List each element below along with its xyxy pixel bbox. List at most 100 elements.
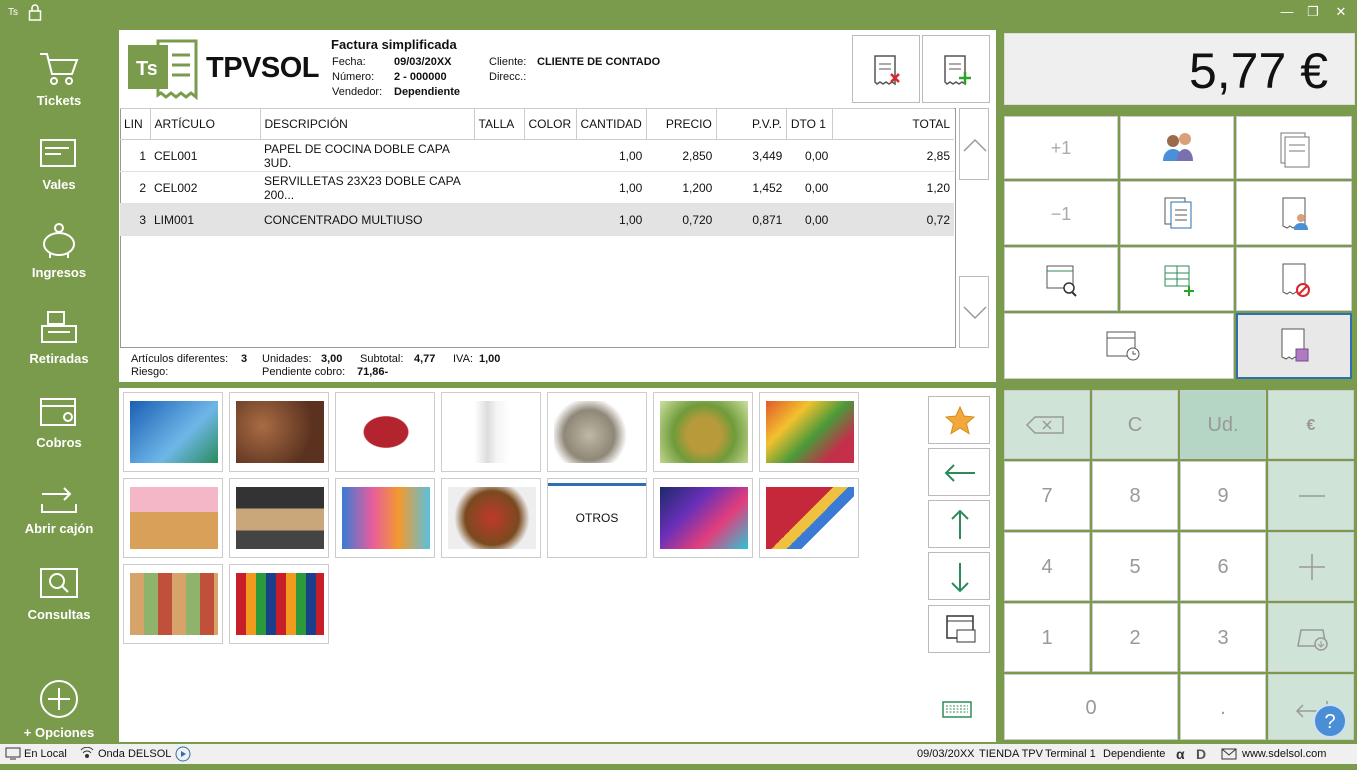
euro-key[interactable]: €	[1268, 390, 1354, 459]
lock-icon[interactable]	[28, 4, 42, 24]
col-header[interactable]: COLOR	[524, 108, 577, 140]
tickets-list-button[interactable]	[1236, 116, 1352, 179]
product-tile-chocolate[interactable]	[229, 392, 329, 472]
close-icon[interactable]: ✕	[1329, 2, 1353, 22]
col-header[interactable]: PRECIO	[646, 108, 717, 140]
product-tile-drinks[interactable]	[229, 564, 329, 644]
decimal-key[interactable]: .	[1180, 674, 1266, 740]
product-tile-fruit[interactable]	[759, 392, 859, 472]
chocolate-image	[236, 401, 324, 463]
cliente-value[interactable]: CLIENTE DE CONTADO	[537, 56, 660, 68]
backspace-key[interactable]	[1004, 390, 1090, 459]
window-view-button[interactable]	[928, 605, 990, 653]
key-9[interactable]: 9	[1180, 461, 1266, 530]
col-header[interactable]: P.V.P.	[716, 108, 787, 140]
arrow-up-icon	[951, 509, 969, 539]
help-button[interactable]: ?	[1313, 704, 1347, 738]
onda-delsol-link[interactable]: Onda DELSOL	[98, 748, 171, 760]
product-tile-canned[interactable]	[547, 392, 647, 472]
product-tile-meat[interactable]	[335, 392, 435, 472]
sidebar-item-vales[interactable]: Vales	[0, 120, 118, 206]
product-tile-cleaning[interactable]	[335, 478, 435, 558]
col-header[interactable]: CANTIDAD	[576, 108, 647, 140]
restore-icon[interactable]: ❐	[1301, 2, 1325, 22]
col-header[interactable]: ARTÍCULO	[150, 108, 261, 140]
product-tile-tvs[interactable]	[653, 478, 753, 558]
product-tile-paper-roll[interactable]	[441, 392, 541, 472]
sidebar-item-abrir-cajon[interactable]: Abrir cajón	[0, 464, 118, 550]
website-link[interactable]: www.sdelsol.com	[1242, 748, 1326, 760]
clear-key[interactable]: C	[1092, 390, 1178, 459]
minus-key[interactable]	[1268, 461, 1354, 530]
key-1[interactable]: 1	[1004, 603, 1090, 672]
down-button[interactable]	[928, 552, 990, 600]
product-tile-coffee[interactable]	[229, 478, 329, 558]
product-tile-otros[interactable]: OTROS	[547, 478, 647, 558]
save-ticket-button[interactable]	[1236, 313, 1352, 379]
key-0[interactable]: 0	[1004, 674, 1178, 740]
key-2[interactable]: 2	[1092, 603, 1178, 672]
favorites-button[interactable]	[928, 396, 990, 444]
units-key[interactable]: Ud.	[1180, 390, 1266, 459]
play-icon[interactable]	[175, 746, 191, 765]
art-dif-value: 3	[241, 353, 248, 365]
receipt-save-icon	[1281, 328, 1309, 362]
sidebar-item-retiradas[interactable]: Retiradas	[0, 292, 118, 378]
col-header[interactable]: TALLA	[474, 108, 525, 140]
delete-document-button[interactable]	[852, 35, 920, 103]
table-row-selected[interactable]: 3 LIM001 CONCENTRADO MULTIUSO 1,00 0,720…	[120, 203, 954, 236]
minimize-icon[interactable]: —	[1275, 2, 1299, 22]
riesgo-label: Riesgo:	[131, 366, 169, 378]
keyboard-icon[interactable]	[941, 698, 973, 720]
svg-text:D: D	[1196, 746, 1206, 762]
sidebar-label: Cobros	[36, 435, 82, 450]
product-tile-ice-cream[interactable]	[123, 478, 223, 558]
product-tile-spa[interactable]	[123, 392, 223, 472]
scale-key[interactable]	[1268, 603, 1354, 672]
col-header[interactable]: TOTAL	[832, 108, 954, 140]
cell-lin: 1	[120, 139, 150, 172]
product-tile-prepared-food[interactable]	[123, 564, 223, 644]
mail-icon[interactable]	[1221, 748, 1237, 763]
col-header[interactable]: LIN	[120, 108, 151, 140]
scroll-up-button[interactable]	[959, 108, 989, 180]
key-3[interactable]: 3	[1180, 603, 1266, 672]
sidebar-item-opciones[interactable]: + Opciones	[0, 662, 118, 748]
product-tile-stationery[interactable]	[759, 478, 859, 558]
product-tile-gift-basket[interactable]	[441, 478, 541, 558]
col-header[interactable]: DTO 1	[786, 108, 833, 140]
numero-value: 2 - 000000	[394, 71, 447, 83]
search-document-button[interactable]	[1004, 247, 1118, 311]
cancel-ticket-button[interactable]	[1236, 247, 1352, 311]
product-tile-tea[interactable]	[653, 392, 753, 472]
table-row[interactable]: 2 CEL002 SERVILLETAS 23X23 DOBLE CAPA 20…	[120, 171, 954, 204]
col-header[interactable]: DESCRIPCIÓN	[260, 108, 475, 140]
function-grid: +1 −1	[1001, 112, 1357, 384]
up-button[interactable]	[928, 500, 990, 548]
key-6[interactable]: 6	[1180, 532, 1266, 601]
sidebar-item-cobros[interactable]: Cobros	[0, 378, 118, 464]
sidebar-item-tickets[interactable]: Tickets	[0, 34, 118, 120]
gift-basket-image	[448, 487, 536, 549]
calendar-button[interactable]	[1004, 313, 1234, 379]
key-4[interactable]: 4	[1004, 532, 1090, 601]
monitor-icon	[5, 747, 21, 763]
key-5[interactable]: 5	[1092, 532, 1178, 601]
table-row[interactable]: 1 CEL001 PAPEL DE COCINA DOBLE CAPA 3UD.…	[120, 139, 954, 172]
sidebar-label: Vales	[42, 177, 76, 192]
sidebar-item-consultas[interactable]: Consultas	[0, 550, 118, 636]
sidebar-item-ingresos[interactable]: Ingresos	[0, 206, 118, 292]
televisions-image	[660, 487, 748, 549]
customer-button[interactable]	[1120, 116, 1234, 179]
new-document-button[interactable]	[922, 35, 990, 103]
vendor-button[interactable]	[1236, 181, 1352, 245]
documents-button[interactable]	[1120, 181, 1234, 245]
minus-one-button[interactable]: −1	[1004, 181, 1118, 245]
key-8[interactable]: 8	[1092, 461, 1178, 530]
plus-key[interactable]	[1268, 532, 1354, 601]
add-line-button[interactable]	[1120, 247, 1234, 311]
plus-one-button[interactable]: +1	[1004, 116, 1118, 179]
key-7[interactable]: 7	[1004, 461, 1090, 530]
back-button[interactable]	[928, 448, 990, 496]
scroll-down-button[interactable]	[959, 276, 989, 348]
